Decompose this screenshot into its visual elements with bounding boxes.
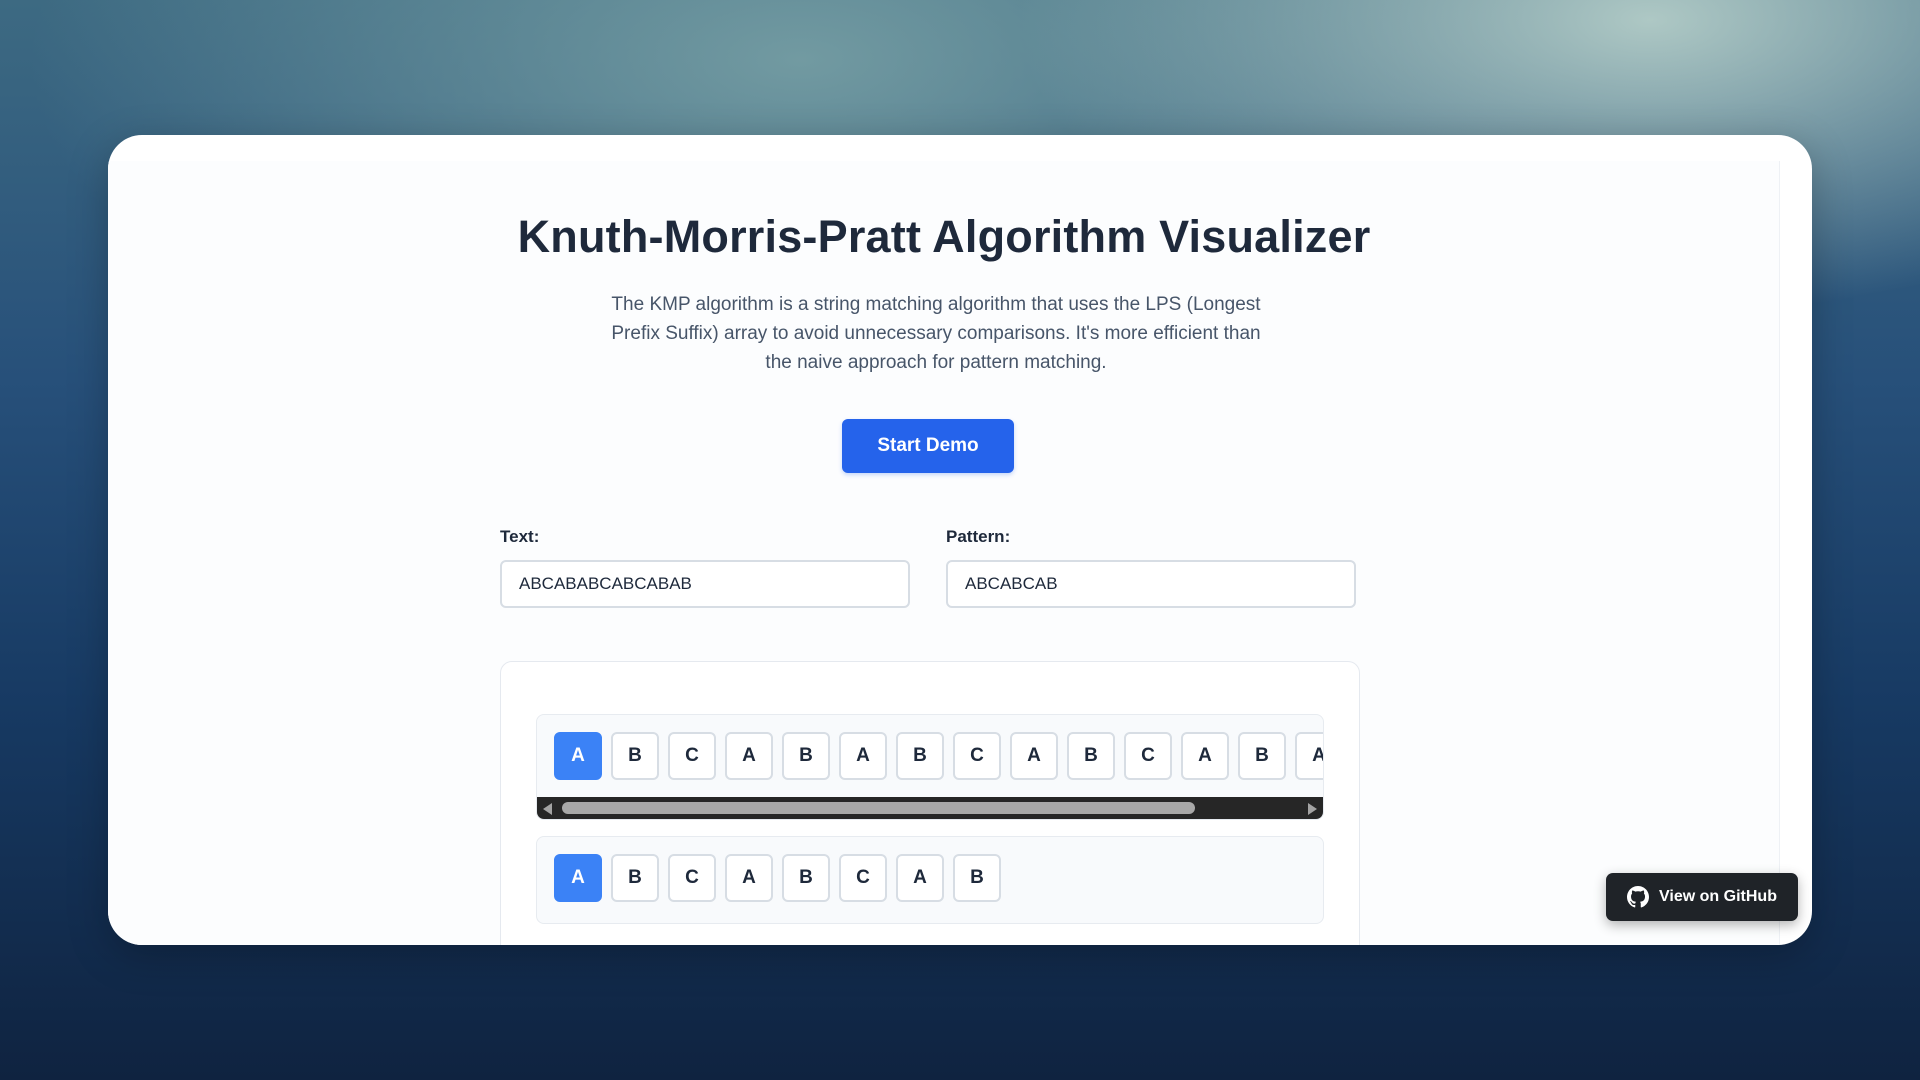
visualization-panel: ABCABABCABCABAB ABCABCAB <box>500 661 1360 945</box>
scroll-right-arrow-icon[interactable] <box>1308 803 1317 815</box>
text-cell: B <box>896 732 944 780</box>
scrollbar-thumb[interactable] <box>562 802 1195 814</box>
text-cell: C <box>668 732 716 780</box>
text-cell: A <box>839 732 887 780</box>
text-cell: A <box>725 732 773 780</box>
page-title: Knuth-Morris-Pratt Algorithm Visualizer <box>517 211 1371 262</box>
scroll-left-arrow-icon[interactable] <box>543 803 552 815</box>
text-cell: C <box>953 732 1001 780</box>
github-icon <box>1627 886 1650 908</box>
horizontal-scrollbar[interactable] <box>537 797 1323 819</box>
pattern-cell: C <box>668 854 716 902</box>
pattern-cell: A <box>725 854 773 902</box>
text-cells: ABCABABCABCABAB <box>554 732 1323 780</box>
pattern-cell: C <box>839 854 887 902</box>
pattern-characters-row: ABCABCAB <box>536 836 1324 924</box>
text-cell: A <box>1181 732 1229 780</box>
pattern-cell: A <box>554 854 602 902</box>
text-cell: B <box>611 732 659 780</box>
text-cell: C <box>1124 732 1172 780</box>
pattern-cell: B <box>611 854 659 902</box>
text-cell: A <box>1010 732 1058 780</box>
pattern-cell: A <box>896 854 944 902</box>
pattern-field-label: Pattern: <box>946 527 1011 546</box>
text-field-label: Text: <box>500 527 540 546</box>
view-on-github-button[interactable]: View on GitHub <box>1606 873 1798 921</box>
text-cell: B <box>782 732 830 780</box>
text-cell: A <box>1295 732 1323 780</box>
text-input[interactable] <box>500 560 910 608</box>
app-window: Knuth-Morris-Pratt Algorithm Visualizer … <box>108 135 1812 945</box>
app-content-area: Knuth-Morris-Pratt Algorithm Visualizer … <box>108 161 1780 945</box>
text-cell: B <box>1067 732 1115 780</box>
text-cell: B <box>1238 732 1286 780</box>
start-demo-button[interactable]: Start Demo <box>842 419 1014 473</box>
pattern-cells: ABCABCAB <box>554 854 1001 902</box>
github-button-label: View on GitHub <box>1659 888 1777 905</box>
text-cell: A <box>554 732 602 780</box>
pattern-input[interactable] <box>946 560 1356 608</box>
pattern-cell: B <box>782 854 830 902</box>
page-description: The KMP algorithm is a string matching a… <box>611 294 1261 373</box>
text-characters-row[interactable]: ABCABABCABCABAB <box>536 714 1324 820</box>
pattern-cell: B <box>953 854 1001 902</box>
